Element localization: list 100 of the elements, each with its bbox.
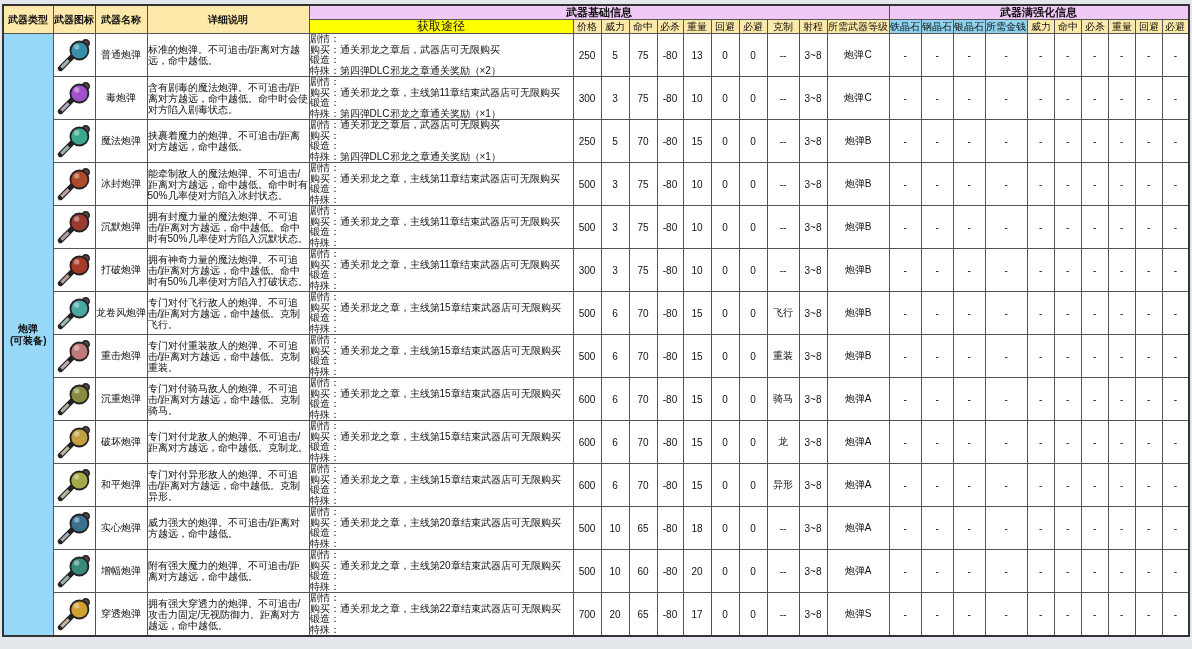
- table-cell: -: [889, 291, 922, 335]
- obtain-line: 剧情：: [310, 206, 341, 216]
- table-cell: 3~8: [799, 549, 827, 593]
- table-cell: -: [1027, 33, 1055, 77]
- obtain-line: 购买：通关邪龙之章后，武器店可无限购买: [310, 44, 501, 55]
- table-cell: -: [889, 205, 922, 249]
- table-cell: 75: [629, 205, 657, 249]
- table-cell: 增幅炮弹: [95, 549, 147, 593]
- table-cell: 沉默炮弹: [95, 205, 147, 249]
- table-cell: 70: [629, 291, 657, 335]
- obtain-line: 锻造：: [310, 98, 340, 109]
- table-cell: 3~8: [799, 162, 827, 206]
- table-cell: --: [767, 119, 799, 163]
- obtain-line: 剧情：: [310, 292, 341, 302]
- table-cell: 5: [601, 119, 629, 163]
- table-cell: 0: [711, 76, 739, 120]
- table-cell: 300: [573, 248, 601, 292]
- table-cell: -: [1135, 76, 1163, 120]
- table-cell: -: [921, 33, 954, 77]
- table-cell: -: [953, 291, 986, 335]
- obtain-line: 特殊：: [310, 409, 341, 420]
- table-cell: 3~8: [799, 33, 827, 77]
- table-cell: -: [1108, 291, 1136, 335]
- table-cell: -: [921, 506, 954, 550]
- obtain-line: 特殊：第四弹DLC邪龙之章通关奖励（×1）: [310, 108, 502, 119]
- table-cell: 专门对付重装敌人的炮弹。不可追击/距离对方越远，命中越低。克制重装。: [147, 334, 309, 378]
- obtain-line: 特殊：: [310, 366, 341, 377]
- table-cell: 炮弹 (可装备): [3, 33, 53, 636]
- table-cell: -80: [657, 506, 683, 550]
- obtain-line: 特殊：: [310, 495, 341, 506]
- table-cell: -: [985, 205, 1028, 249]
- table-cell: -80: [657, 33, 683, 77]
- obtain-line: 锻造：: [310, 356, 340, 367]
- table-cell: -: [985, 291, 1028, 335]
- table-cell: 炮弹A: [827, 377, 890, 421]
- table-cell: 挟裹着魔力的炮弹。不可追击/距离对方越远，命中越低。: [147, 119, 309, 163]
- table-cell: -: [1108, 119, 1136, 163]
- table-cell: 0: [711, 549, 739, 593]
- table-cell: -: [953, 420, 986, 464]
- table-cell: 0: [739, 162, 767, 206]
- obtain-line: 剧情：: [310, 464, 341, 474]
- table-cell: 6: [601, 334, 629, 378]
- table-cell: 75: [629, 162, 657, 206]
- table-cell: 3: [601, 248, 629, 292]
- table-cell: 重击炮弹: [95, 334, 147, 378]
- table-cell: 10: [683, 205, 711, 249]
- table-cell: 0: [711, 506, 739, 550]
- column-header: 武器名称: [95, 5, 147, 34]
- table-cell: 专门对付龙敌人的炮弹。不可追击/距离对方越远，命中越低。克制龙。: [147, 420, 309, 464]
- table-cell: -: [889, 549, 922, 593]
- obtain-line: 特殊：第四弹DLC邪龙之章通关奖励（×1）: [310, 151, 502, 162]
- table-cell: 15: [683, 420, 711, 464]
- table-cell: -: [1108, 334, 1136, 378]
- obtain-line: 剧情：: [310, 378, 341, 388]
- table-cell: -: [1135, 549, 1163, 593]
- table-cell: 异形: [767, 463, 799, 507]
- table-cell: 炮弹B: [827, 119, 890, 163]
- table-cell: -80: [657, 76, 683, 120]
- table-cell: 骑马: [767, 377, 799, 421]
- table-cell: 龙卷风炮弹: [95, 291, 147, 335]
- table-cell: -: [953, 76, 986, 120]
- table-cell: -: [1108, 506, 1136, 550]
- table-cell: -: [1135, 205, 1163, 249]
- table-cell: 炮弹B: [827, 205, 890, 249]
- table-cell: 3~8: [799, 76, 827, 120]
- table-cell: 炮弹A: [827, 463, 890, 507]
- table-cell: 0: [739, 248, 767, 292]
- table-cell: -: [985, 248, 1028, 292]
- table-cell: 15: [683, 334, 711, 378]
- table-cell: -: [1108, 76, 1136, 120]
- table-cell: 70: [629, 377, 657, 421]
- table-cell: --: [767, 506, 799, 550]
- column-header: 详细说明: [147, 5, 309, 34]
- obtain-line: 特殊：: [310, 323, 341, 334]
- table-cell: 0: [739, 33, 767, 77]
- table-cell: 300: [573, 76, 601, 120]
- obtain-line: 锻造：: [310, 528, 340, 539]
- table-cell: -: [985, 506, 1028, 550]
- table-cell: --: [767, 205, 799, 249]
- table-cell: 500: [573, 549, 601, 593]
- obtain-line: 特殊：第四弹DLC邪龙之章通关奖励（×2）: [310, 65, 502, 76]
- table-cell: 75: [629, 248, 657, 292]
- obtain-line: 购买：通关邪龙之章，主线第15章结束武器店可无限购买: [310, 431, 562, 442]
- table-cell: -: [985, 463, 1028, 507]
- table-cell: -: [985, 420, 1028, 464]
- obtain-line: 购买：通关邪龙之章，主线第15章结束武器店可无限购买: [310, 388, 562, 399]
- table-cell: -: [1135, 119, 1163, 163]
- obtain-line: 锻造：: [310, 141, 341, 152]
- table-cell: 0: [711, 33, 739, 77]
- table-cell: -: [985, 162, 1028, 206]
- table-cell: 打破炮弹: [95, 248, 147, 292]
- obtain-line: 剧情：: [310, 507, 341, 517]
- table-cell: -: [953, 33, 986, 77]
- column-header: 武器类型: [3, 5, 53, 34]
- table-cell: -: [953, 248, 986, 292]
- table-cell: -: [889, 420, 922, 464]
- obtain-line: 锻造：: [310, 270, 340, 281]
- table-cell: 炮弹B: [827, 248, 890, 292]
- table-cell: -: [1081, 549, 1109, 593]
- table-cell: -: [889, 76, 922, 120]
